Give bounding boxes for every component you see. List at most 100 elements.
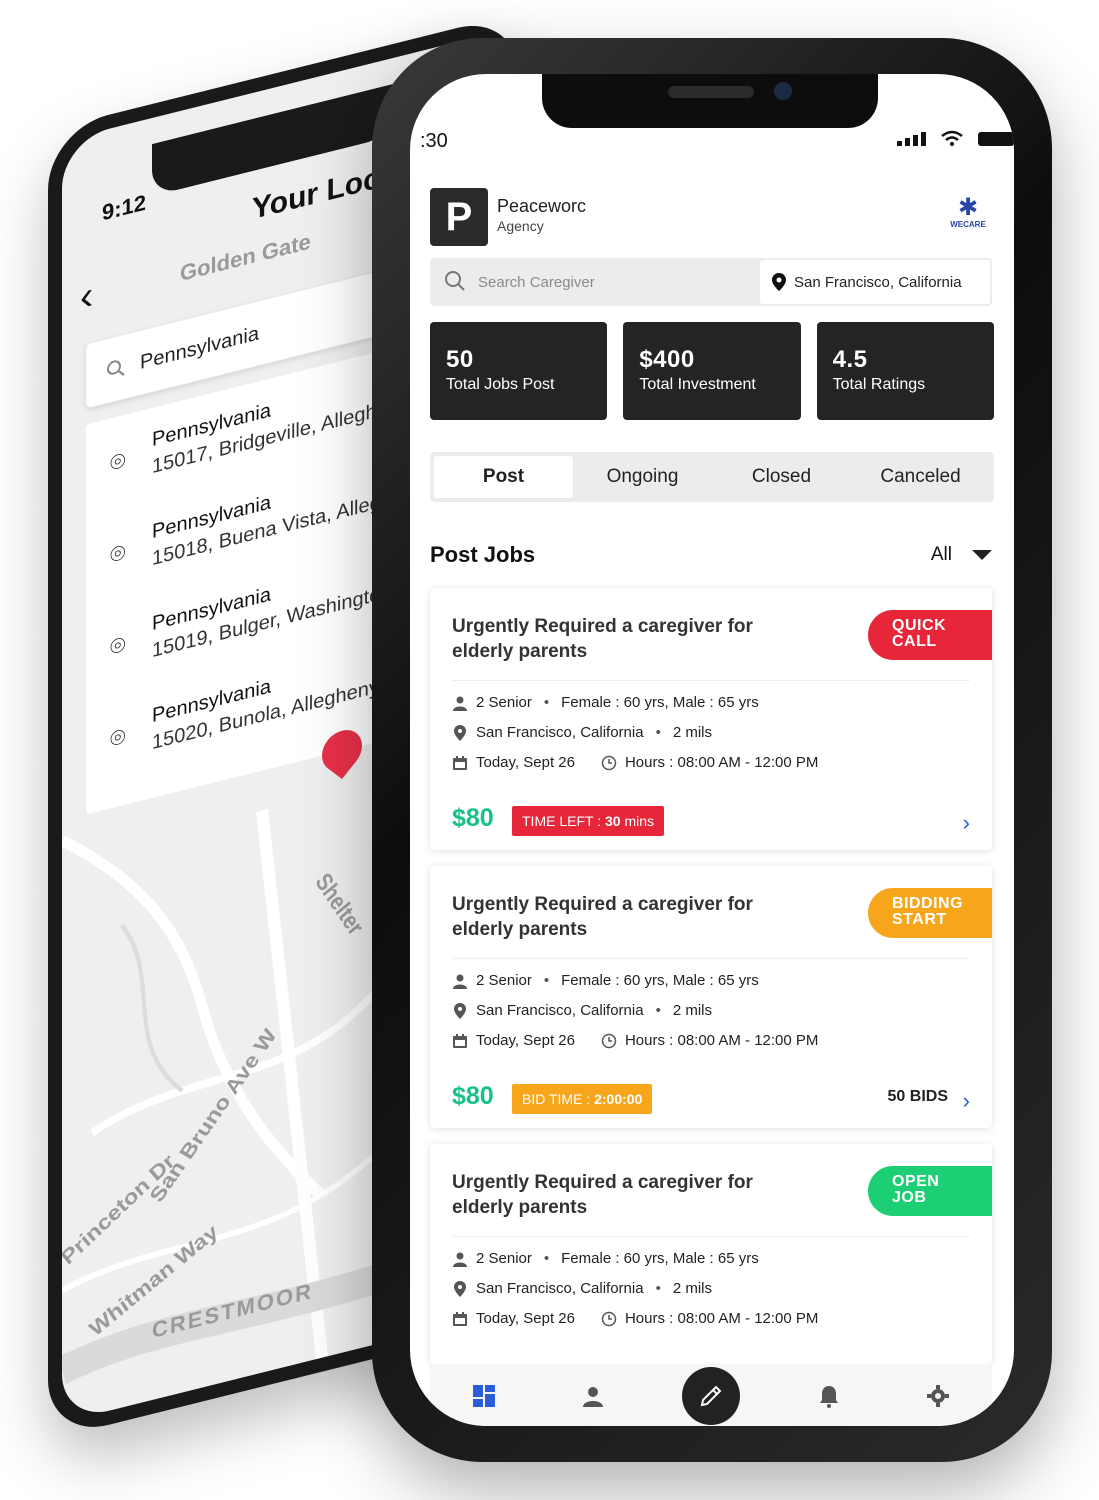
seniors-count: 2 Senior — [476, 694, 532, 711]
status-time: :30 — [420, 130, 448, 152]
timer-label: TIME LEFT : — [522, 813, 605, 829]
stat-value: 4.5 — [832, 346, 868, 373]
stat-total-ratings[interactable]: 4.5 Total Ratings — [816, 322, 994, 420]
chevron-right-icon[interactable]: › — [963, 810, 970, 836]
location-pin-icon — [772, 273, 786, 291]
location-pin-icon: ⌾ — [110, 536, 126, 571]
stat-label: Total Jobs Post — [446, 376, 555, 393]
front-camera — [774, 82, 792, 100]
bid-time-badge: BID TIME : 2:00:00 — [512, 1084, 653, 1114]
battery-icon — [978, 132, 1014, 146]
tab-post[interactable]: Post — [434, 456, 573, 498]
location-pin-icon — [454, 724, 466, 741]
phone-notch — [542, 74, 878, 128]
job-distance: 2 mils — [672, 1002, 713, 1019]
separator-dot: • — [543, 972, 550, 989]
back-arrow-icon[interactable]: ‹ — [80, 273, 93, 321]
location-pin-icon — [454, 1280, 466, 1297]
job-distance: 2 mils — [672, 1280, 713, 1297]
job-meta-people: 2 Senior • Female : 60 yrs, Male : 65 yrs — [452, 972, 759, 989]
filter-dropdown[interactable]: All — [931, 544, 992, 566]
wifi-icon — [941, 130, 963, 146]
bell-icon[interactable] — [809, 1376, 849, 1416]
job-location: San Francisco, California — [476, 1002, 644, 1019]
timer-unit: mins — [620, 813, 655, 829]
back-search-value: Pennsylvania — [140, 321, 259, 374]
job-date: Today, Sept 26 — [476, 754, 575, 771]
stat-label: Total Investment — [639, 376, 756, 393]
job-date: Today, Sept 26 — [476, 1310, 575, 1327]
time-left-badge: TIME LEFT : 30 mins — [512, 806, 665, 836]
bottom-navigation — [430, 1364, 992, 1426]
badge-line: CALL — [892, 633, 937, 650]
stat-value: 50 — [446, 346, 474, 373]
tab-canceled[interactable]: Canceled — [851, 456, 990, 498]
search-caregiver-input[interactable] — [478, 258, 738, 306]
job-type-badge: QUICK CALL — [868, 610, 992, 660]
clock-icon — [601, 755, 617, 770]
stat-total-jobs[interactable]: 50 Total Jobs Post — [430, 322, 608, 420]
clock-icon — [601, 1033, 617, 1048]
settings-icon[interactable] — [918, 1376, 958, 1416]
job-type-badge: OPEN JOB — [868, 1166, 992, 1216]
bids-count[interactable]: 50 BIDS — [888, 1088, 948, 1106]
person-icon — [453, 696, 467, 711]
chevron-right-icon[interactable]: › — [963, 1088, 970, 1114]
front-phone-mockup: :30 P Peaceworc Agency ✱ WECARE San Fran… — [372, 38, 1052, 1462]
separator-dot: • — [543, 1250, 550, 1267]
job-card[interactable]: Urgently Required a caregiver for elderl… — [430, 1144, 992, 1364]
job-meta-schedule: Today, Sept 26 Hours : 08:00 AM - 12:00 … — [452, 754, 818, 771]
speaker-grille — [668, 86, 754, 98]
location-pin-icon: ⌾ — [110, 720, 126, 755]
timer-label: BID TIME : — [522, 1091, 595, 1107]
section-title: Post Jobs — [430, 542, 536, 567]
badge-line: BIDDING — [892, 895, 964, 912]
status-icons — [897, 130, 1014, 146]
senior-ages: Female : 60 yrs, Male : 65 yrs — [561, 972, 759, 989]
dashboard-icon[interactable] — [464, 1376, 504, 1416]
badge-line: OPEN — [892, 1173, 940, 1190]
location-selector[interactable]: San Francisco, California — [760, 260, 990, 304]
brand-subtitle: Agency — [497, 218, 544, 234]
job-meta-location: San Francisco, California • 2 mils — [452, 1280, 712, 1297]
senior-ages: Female : 60 yrs, Male : 65 yrs — [561, 1250, 759, 1267]
front-phone-screen: :30 P Peaceworc Agency ✱ WECARE San Fran… — [410, 74, 1014, 1426]
location-pin-icon: ⌾ — [110, 628, 126, 663]
tab-closed[interactable]: Closed — [712, 456, 851, 498]
timer-value: 2:00:00 — [594, 1091, 643, 1107]
timer-value: 30 — [604, 813, 621, 829]
calendar-icon — [453, 1311, 467, 1326]
divider — [452, 958, 970, 959]
job-hours: Hours : 08:00 AM - 12:00 PM — [624, 754, 819, 771]
brand-logo: P — [430, 188, 488, 246]
job-meta-location: San Francisco, California • 2 mils — [452, 724, 712, 741]
stat-label: Total Ratings — [832, 376, 926, 393]
tab-ongoing[interactable]: Ongoing — [573, 456, 712, 498]
job-meta-people: 2 Senior • Female : 60 yrs, Male : 65 yrs — [452, 1250, 759, 1267]
chevron-down-icon — [972, 550, 992, 560]
seniors-count: 2 Senior — [476, 1250, 532, 1267]
partner-logo[interactable]: ✱ WECARE — [946, 194, 990, 230]
edit-icon[interactable] — [681, 1367, 740, 1425]
profile-icon[interactable] — [573, 1376, 613, 1416]
job-price: $80 — [452, 804, 494, 832]
wecare-star-icon: ✱ — [957, 194, 979, 221]
job-distance: 2 mils — [672, 724, 713, 741]
seniors-count: 2 Senior — [476, 972, 532, 989]
job-title: Urgently Required a caregiver for elderl… — [452, 1172, 753, 1218]
stat-total-investment[interactable]: $400 Total Investment — [623, 322, 801, 420]
signal-icon — [897, 132, 926, 146]
person-icon — [453, 1252, 467, 1267]
job-hours: Hours : 08:00 AM - 12:00 PM — [624, 1310, 819, 1327]
separator-dot: • — [655, 724, 661, 741]
brand-name: Peaceworc — [497, 196, 587, 216]
job-card[interactable]: Urgently Required a caregiver for elderl… — [430, 866, 992, 1128]
calendar-icon — [453, 1033, 467, 1048]
job-title: Urgently Required a caregiver for elderl… — [452, 616, 753, 662]
search-bar: San Francisco, California — [430, 258, 992, 306]
job-type-badge: BIDDING START — [868, 888, 992, 938]
clock-icon — [601, 1311, 617, 1326]
job-card[interactable]: Urgently Required a caregiver for elderl… — [430, 588, 992, 850]
senior-ages: Female : 60 yrs, Male : 65 yrs — [561, 694, 759, 711]
separator-dot: • — [655, 1002, 661, 1019]
